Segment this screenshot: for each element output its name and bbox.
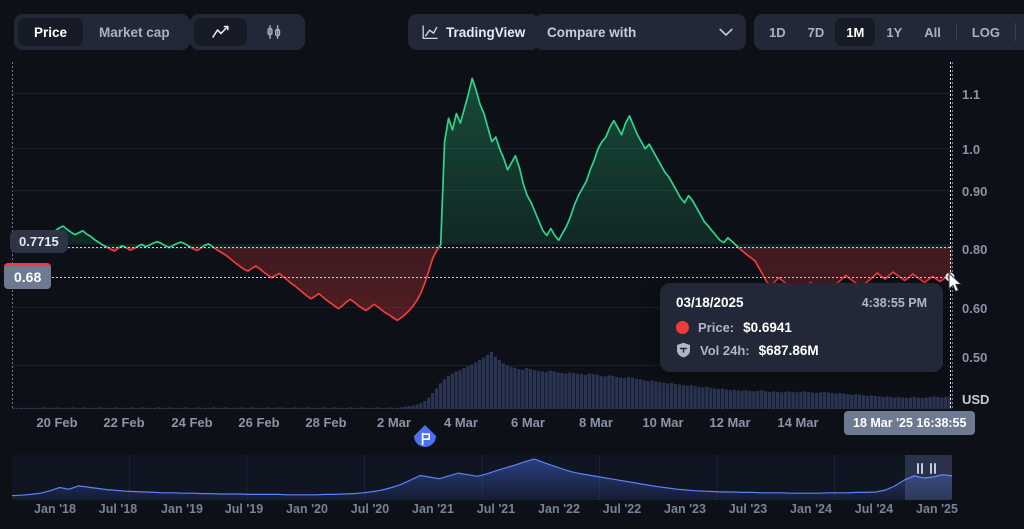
compare-with-dropdown[interactable]: Compare with: [534, 14, 746, 50]
tooltip-volume-value: $687.86M: [758, 342, 819, 358]
navigator-handles[interactable]: [917, 463, 936, 474]
navigator-handle-right[interactable]: [930, 463, 936, 474]
current-price-badge: 0.68: [4, 263, 52, 289]
nav-tick: Jul '23: [728, 502, 768, 516]
crosshair-time-badge: 18 Mar '25 16:38:55: [844, 411, 976, 435]
baseline-price-badge: 0.7715: [10, 230, 68, 253]
navigator-axis: Jan '18 Jul '18 Jan '19 Jul '19 Jan '20 …: [12, 500, 958, 524]
x-tick: 2 Mar: [377, 415, 411, 430]
tooltip-time: 4:38:55 PM: [861, 296, 927, 310]
tooltip-date: 03/18/2025: [676, 295, 744, 310]
nav-tick: Jan '18: [34, 502, 76, 516]
chart-type-toggle: [190, 14, 305, 50]
tooltip-price-label: Price:: [698, 320, 735, 335]
mouse-cursor: [948, 272, 963, 293]
shield-icon: [677, 342, 690, 358]
nav-tick: Jul '18: [98, 502, 138, 516]
flag-pin-icon: [414, 425, 436, 447]
x-tick: 10 Mar: [642, 415, 684, 430]
x-axis: 20 Feb 22 Feb 24 Feb 26 Feb 28 Feb 2 Mar…: [12, 409, 976, 437]
nav-tick: Jul '24: [854, 502, 894, 516]
tooltip-volume-label: Vol 24h:: [700, 342, 750, 358]
y-tick: 0.80: [962, 242, 988, 257]
compare-with-label: Compare with: [547, 24, 637, 40]
market-cap-tab[interactable]: Market cap: [83, 18, 186, 46]
more-options-button[interactable]: ···: [1020, 18, 1024, 46]
y-tick: 0.90: [962, 184, 988, 199]
nav-tick: Jan '24: [790, 502, 832, 516]
tooltip-volume-row: Vol 24h: $687.86M: [676, 342, 927, 358]
y-tick: 0.60: [962, 301, 988, 316]
chart-toolbar: Price Market cap TradingView Compare wit…: [0, 0, 1024, 64]
x-tick: 4 Mar: [444, 415, 478, 430]
line-chart-icon: [212, 25, 229, 38]
crypto-chart-page: Price Market cap TradingView Compare wit…: [0, 0, 1024, 529]
nav-tick: Jul '21: [476, 502, 516, 516]
x-tick: 6 Mar: [511, 415, 545, 430]
y-axis-unit: USD: [962, 392, 990, 407]
x-tick: 14 Mar: [777, 415, 819, 430]
range-1y-button[interactable]: 1Y: [875, 18, 913, 46]
range-7d-button[interactable]: 7D: [797, 18, 836, 46]
candlestick-chart-button[interactable]: [247, 18, 301, 46]
event-flag-marker[interactable]: [412, 424, 438, 454]
price-mode-toggle: Price Market cap: [14, 14, 190, 50]
x-tick: 24 Feb: [171, 415, 213, 430]
time-range-group: 1D 7D 1M 1Y All LOG ···: [754, 14, 1024, 50]
range-navigator[interactable]: [12, 455, 952, 500]
range-1m-button[interactable]: 1M: [835, 18, 876, 46]
nav-tick: Jul '19: [224, 502, 264, 516]
range-1d-button[interactable]: 1D: [758, 18, 797, 46]
toolbar-divider-2: [1015, 23, 1017, 41]
price-tab[interactable]: Price: [18, 18, 84, 46]
nav-tick: Jan '23: [664, 502, 706, 516]
nav-tick: Jan '25: [916, 502, 958, 516]
candlestick-icon: [267, 25, 281, 39]
toolbar-divider: [955, 23, 957, 41]
navigator-handle-left[interactable]: [917, 463, 923, 474]
tooltip-header: 03/18/2025 4:38:55 PM: [676, 295, 927, 310]
x-tick: 28 Feb: [305, 415, 347, 430]
x-tick: 12 Mar: [709, 415, 751, 430]
crosshair-horizontal-line: [12, 277, 952, 278]
tradingview-icon: [422, 24, 438, 39]
y-tick: 0.50: [962, 350, 988, 365]
x-tick: 8 Mar: [579, 415, 613, 430]
nav-tick: Jan '19: [161, 502, 203, 516]
crosshair-vertical-line: [950, 62, 951, 409]
tradingview-button[interactable]: TradingView: [408, 14, 540, 50]
chevron-down-icon: [719, 28, 733, 36]
tooltip-price-row: Price: $0.6941: [676, 320, 927, 335]
nav-tick: Jul '22: [602, 502, 642, 516]
tradingview-label: TradingView: [446, 24, 526, 40]
tooltip-price-value: $0.6941: [743, 320, 792, 335]
range-all-button[interactable]: All: [913, 18, 952, 46]
y-tick: 1.0: [962, 142, 981, 157]
nav-tick: Jan '21: [412, 502, 454, 516]
nav-tick: Jan '22: [538, 502, 580, 516]
y-axis: 1.1 1.0 0.90 0.80 0.60 0.50 USD: [954, 62, 1024, 409]
navigator-sparkline: [12, 455, 952, 500]
log-scale-button[interactable]: LOG: [961, 18, 1011, 46]
price-series-dot-icon: [676, 321, 689, 334]
x-tick: 22 Feb: [103, 415, 145, 430]
chart-tooltip: 03/18/2025 4:38:55 PM Price: $0.6941 Vol…: [660, 283, 943, 372]
nav-tick: Jul '20: [350, 502, 390, 516]
nav-tick: Jan '20: [286, 502, 328, 516]
plot-right-border: [952, 62, 953, 409]
baseline-reference-line: [12, 247, 952, 248]
line-chart-button[interactable]: [194, 18, 247, 46]
x-tick: 20 Feb: [36, 415, 78, 430]
x-tick: 26 Feb: [238, 415, 280, 430]
y-tick: 1.1: [962, 87, 981, 102]
